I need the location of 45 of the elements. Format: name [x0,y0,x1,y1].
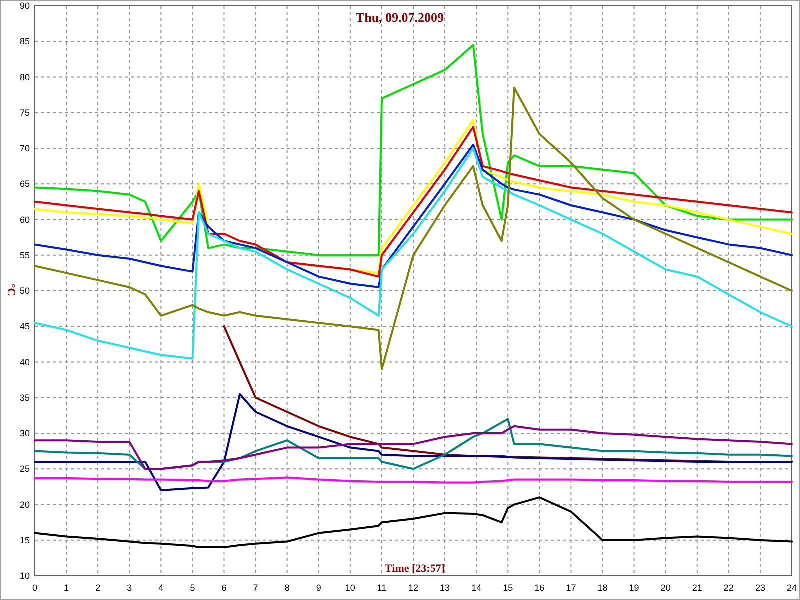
x-tick-label: 23 [755,583,766,593]
x-tick-label: 0 [32,583,38,593]
x-tick-label: 6 [222,583,227,593]
x-tick-label: 14 [472,583,482,593]
y-tick-label: 40 [20,357,30,368]
y-tick-label: 35 [20,392,30,403]
x-tick-label: 13 [440,583,450,593]
x-tick-label: 24 [787,583,797,593]
chart-title: Thu, 09.07.2009 [356,10,444,25]
y-tick-label: 55 [20,250,30,260]
y-tick-label: 85 [20,36,30,47]
y-tick-label: 20 [20,500,30,510]
y-axis-label: °C [5,284,17,296]
x-tick-label: 1 [64,583,70,593]
x-tick-label: 11 [377,583,387,593]
x-axis-label: Time [23:57] [385,563,445,575]
y-tick-label: 30 [20,428,30,438]
x-tick-label: 22 [724,583,734,593]
y-tick-label: 90 [20,1,30,11]
y-tick-label: 80 [20,72,30,82]
x-tick-label: 19 [629,583,640,593]
x-tick-label: 20 [660,583,671,593]
x-tick-label: 3 [127,583,132,593]
x-tick-label: 18 [598,583,608,593]
x-tick-label: 16 [534,583,545,593]
x-tick-label: 12 [408,583,418,593]
x-tick-label: 4 [158,583,164,593]
x-tick-label: 10 [345,583,356,593]
y-tick-label: 75 [20,108,30,118]
x-tick-label: 2 [96,583,101,593]
y-tick-label: 15 [20,535,30,546]
x-tick-label: 17 [566,583,576,593]
y-tick-label: 25 [20,464,30,474]
y-tick-label: 10 [20,571,30,581]
y-tick-label: 50 [20,286,30,296]
x-tick-label: 9 [316,583,322,593]
x-tick-label: 5 [190,583,196,593]
x-tick-label: 7 [253,583,258,593]
y-tick-label: 45 [20,322,30,332]
y-tick-label: 70 [20,144,30,154]
x-tick-label: 21 [692,583,702,593]
x-tick-label: 8 [284,583,290,593]
y-tick-label: 65 [20,179,30,190]
x-tick-label: 15 [503,583,514,593]
y-tick-label: 60 [20,214,30,225]
